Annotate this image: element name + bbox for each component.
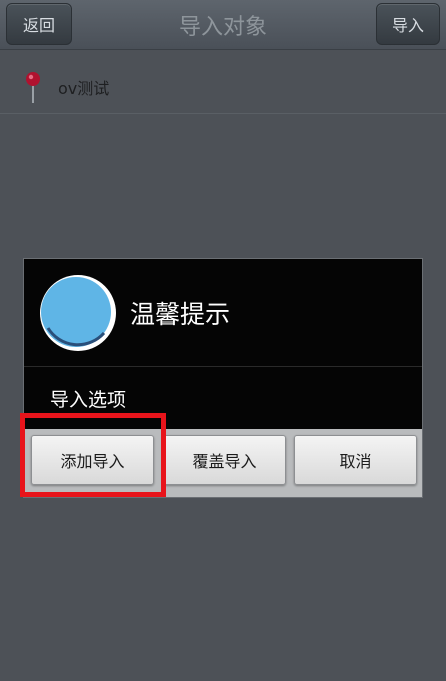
map-pin-icon bbox=[26, 72, 40, 103]
back-button[interactable]: 返回 bbox=[6, 3, 72, 45]
add-import-button[interactable]: 添加导入 bbox=[31, 435, 154, 485]
dialog-button-bar: 添加导入 覆盖导入 取消 bbox=[24, 429, 422, 497]
cancel-button[interactable]: 取消 bbox=[294, 435, 417, 485]
dialog-header: 温馨提示 bbox=[24, 259, 422, 367]
overwrite-import-button[interactable]: 覆盖导入 bbox=[163, 435, 286, 485]
dialog-message: 导入选项 bbox=[50, 388, 127, 411]
import-button[interactable]: 导入 bbox=[376, 3, 440, 45]
page-title: 导入对象 bbox=[178, 15, 267, 40]
list-item-label: ov测试 bbox=[58, 79, 110, 98]
info-circle-icon bbox=[40, 275, 116, 351]
list-item[interactable]: ov测试 bbox=[0, 60, 446, 114]
dialog-title: 温馨提示 bbox=[130, 300, 231, 329]
alert-dialog: 温馨提示 导入选项 添加导入 覆盖导入 取消 bbox=[23, 258, 423, 498]
top-navbar: 返回 导入对象 导入 bbox=[0, 0, 446, 50]
